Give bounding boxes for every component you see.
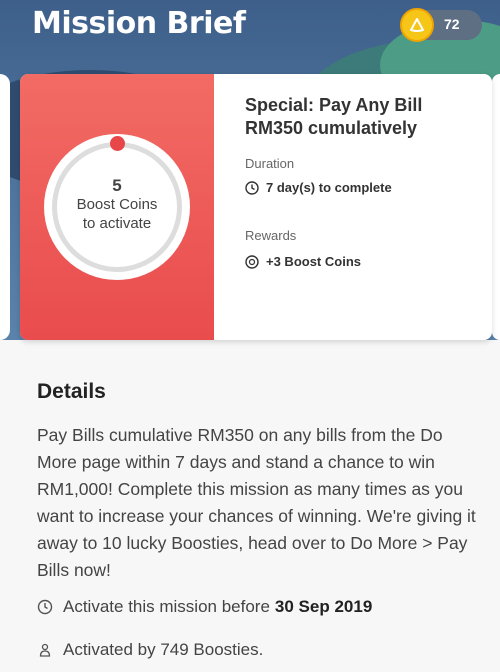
details-description: Pay Bills cumulative RM350 on any bills … xyxy=(37,425,476,580)
coin-icon xyxy=(245,254,259,269)
next-mission-card[interactable] xyxy=(492,74,500,340)
activation-cost-caption-1: Boost Coins xyxy=(76,196,158,213)
activation-cost-value: 5 xyxy=(112,176,122,195)
activated-count-text: Activated by 749 Boosties. xyxy=(63,640,264,659)
coin-balance-badge[interactable]: 72 xyxy=(400,8,482,42)
rewards-label: Rewards xyxy=(245,228,297,243)
activated-count-row: Activated by 749 Boosties. xyxy=(37,640,263,660)
activate-deadline-date: 30 Sep 2019 xyxy=(274,597,373,616)
activate-deadline-row: Activate this mission before 30 Sep 2019 xyxy=(37,597,372,617)
mission-name: Special: Pay Any Bill RM350 cumulatively xyxy=(245,95,423,138)
activation-ring: 5 Boost Coins to activate xyxy=(44,134,190,280)
activation-cost: 5 Boost Coins to activate xyxy=(44,176,190,233)
duration-label: Duration xyxy=(245,156,295,171)
page-title: Mission Brief xyxy=(32,6,246,41)
duration-row: 7 day(s) to complete xyxy=(245,180,392,195)
clock-icon xyxy=(245,180,259,195)
clock-icon xyxy=(37,599,53,615)
activation-cost-caption-2: to activate xyxy=(82,215,152,232)
mission-card-banner: 5 Boost Coins to activate xyxy=(20,74,214,340)
boost-coin-icon xyxy=(400,8,434,42)
rewards-row: +3 Boost Coins xyxy=(245,254,361,269)
rewards-value: +3 Boost Coins xyxy=(266,254,361,269)
mission-info: Special: Pay Any Bill RM350 cumulatively… xyxy=(245,94,485,269)
mission-card: 5 Boost Coins to activate Special: Pay A… xyxy=(20,74,492,340)
details-heading: Details xyxy=(37,380,106,403)
previous-mission-card[interactable] xyxy=(0,74,10,340)
coin-balance-value: 72 xyxy=(444,16,460,32)
activate-deadline-text: Activate this mission before xyxy=(63,597,270,616)
activation-ring-dot xyxy=(110,136,125,151)
duration-value: 7 day(s) to complete xyxy=(266,180,392,195)
person-icon xyxy=(39,643,51,657)
